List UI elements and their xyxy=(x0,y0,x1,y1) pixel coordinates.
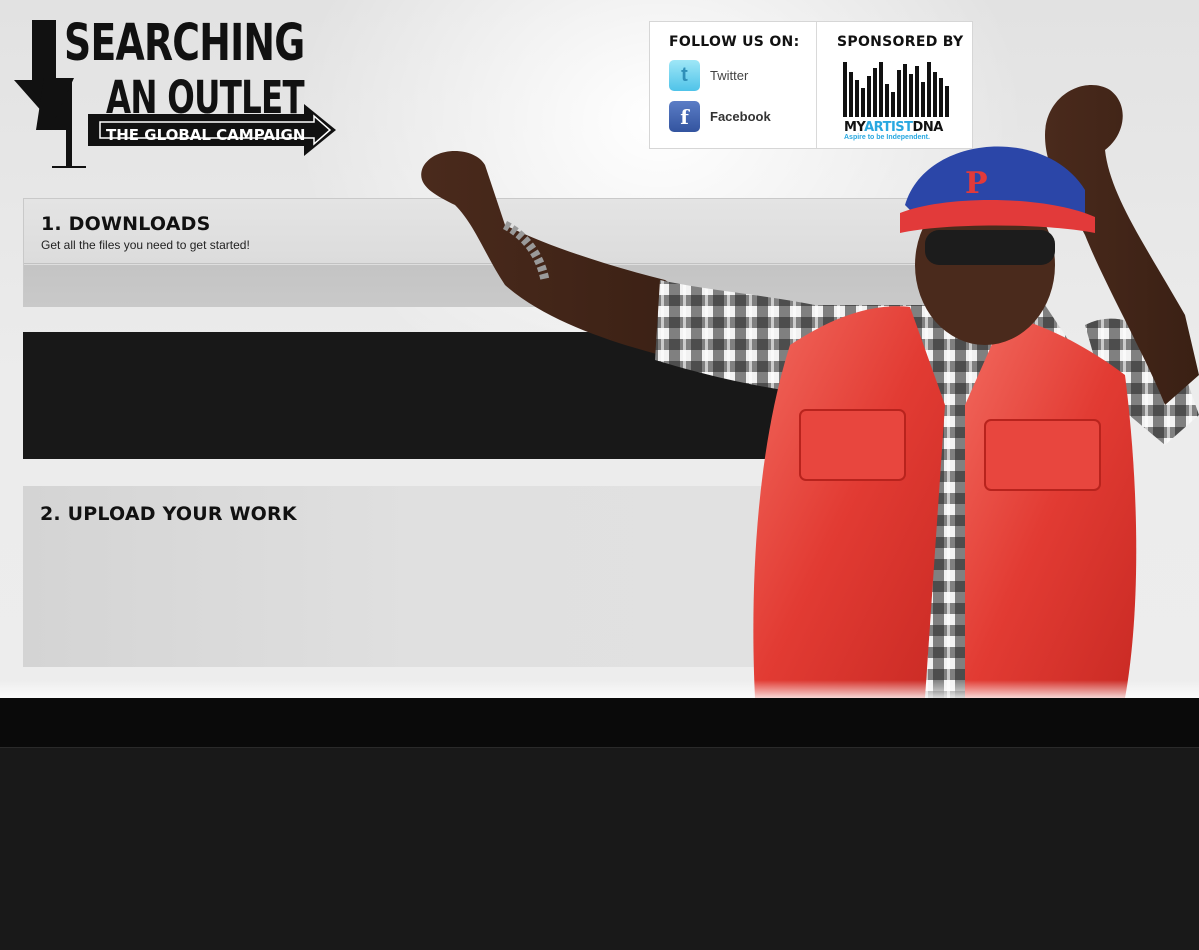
site-logo[interactable]: SEARCHING AN OUTLET THE GLOBAL CAMPAIGN xyxy=(14,18,348,170)
sponsor-title: SPONSORED BY xyxy=(837,34,964,50)
downloads-subtitle: Get all the files you need to get starte… xyxy=(41,238,250,252)
logo-subtitle: THE GLOBAL CAMPAIGN xyxy=(106,126,306,144)
artist-photo: P xyxy=(421,85,1199,698)
logo-title-line2: AN OUTLET xyxy=(106,71,305,124)
follow-title: FOLLOW US ON: xyxy=(669,34,800,50)
hero-area: SEARCHING AN OUTLET THE GLOBAL CAMPAIGN … xyxy=(0,0,1199,698)
footer-bar xyxy=(0,698,1199,748)
logo-title-line1: SEARCHING xyxy=(64,14,305,73)
upload-title: 2. UPLOAD YOUR WORK xyxy=(40,503,297,525)
svg-text:P: P xyxy=(965,166,988,201)
stage-fade xyxy=(0,680,1199,698)
downloads-title: 1. DOWNLOADS xyxy=(41,213,211,235)
footer xyxy=(0,749,1199,950)
